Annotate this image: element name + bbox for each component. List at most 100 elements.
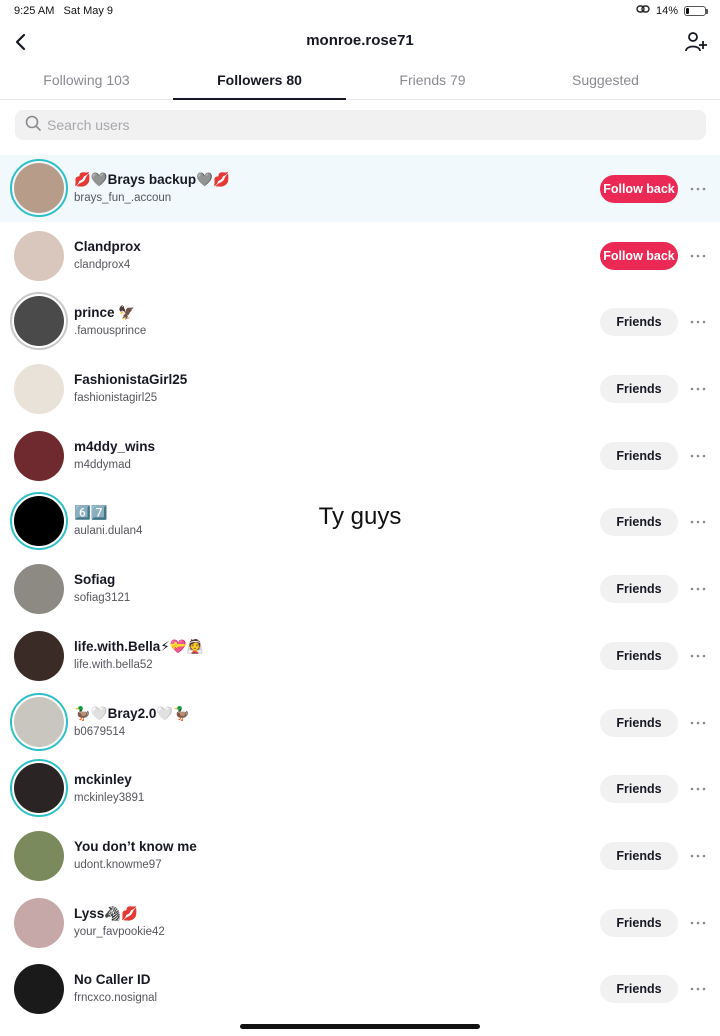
tab-followers[interactable]: Followers 80 <box>173 62 346 100</box>
avatar-image <box>14 163 64 213</box>
user-display-name[interactable]: FashionistaGirl25 <box>74 372 187 387</box>
user-display-name[interactable]: 🦆🤍Bray2.0🤍🦆 <box>74 706 190 722</box>
user-handle[interactable]: mckinley3891 <box>74 792 144 804</box>
tab-following[interactable]: Following 103 <box>0 62 173 99</box>
user-display-name[interactable]: 6️⃣7️⃣ <box>74 505 108 521</box>
search-bar[interactable] <box>15 110 706 140</box>
friends-button[interactable]: Friends <box>600 308 678 337</box>
chevron-left-icon[interactable] <box>8 28 32 56</box>
list-item[interactable]: mckinley mckinley3891 Friends <box>0 755 720 822</box>
list-item[interactable]: 🦆🤍Bray2.0🤍🦆 b0679514 Friends <box>0 689 720 756</box>
more-options-icon[interactable] <box>690 381 706 397</box>
user-display-name[interactable]: m4ddy_wins <box>74 439 155 454</box>
more-options-icon[interactable] <box>690 514 706 530</box>
avatar[interactable] <box>10 292 68 351</box>
list-item[interactable]: FashionistaGirl25 fashionistagirl25 Friend… <box>0 355 720 422</box>
avatar[interactable] <box>14 897 64 948</box>
friends-button[interactable]: Friends <box>600 641 678 670</box>
battery-percent: 14% <box>655 4 678 17</box>
list-item[interactable]: Lyss🦓💋 your_favpookie42 Friends <box>0 889 720 956</box>
more-options-icon[interactable] <box>690 981 706 997</box>
user-handle[interactable]: brays_fun_.accoun <box>74 192 171 204</box>
friends-button[interactable]: Friends <box>600 775 678 804</box>
header: monroe.rose71 <box>0 26 720 58</box>
user-handle[interactable]: aulani.dulan4 <box>74 525 142 537</box>
avatar[interactable] <box>10 692 68 751</box>
avatar-image <box>14 430 64 481</box>
more-options-icon[interactable] <box>690 848 706 864</box>
avatar[interactable] <box>14 564 64 615</box>
avatar[interactable] <box>14 830 64 881</box>
user-handle[interactable]: fashionistagirl25 <box>74 392 157 404</box>
friends-button[interactable]: Friends <box>600 441 678 470</box>
list-item[interactable]: No Caller ID frncxco.nosignal Friends <box>0 955 720 1022</box>
avatar[interactable] <box>14 364 64 415</box>
tab-friends[interactable]: Friends 79 <box>346 62 519 99</box>
user-handle[interactable]: .famousprince <box>74 325 146 337</box>
page-title: monroe.rose71 <box>306 32 414 49</box>
user-handle[interactable]: frncxco.nosignal <box>74 992 157 1004</box>
link-icon <box>636 4 650 17</box>
user-handle[interactable]: your_favpookie42 <box>74 926 165 938</box>
friends-button[interactable]: Friends <box>600 575 678 604</box>
user-display-name[interactable]: mckinley <box>74 772 132 787</box>
more-options-icon[interactable] <box>690 314 706 330</box>
follow-back-button[interactable]: Follow back <box>600 175 678 203</box>
user-display-name[interactable]: 💋🩶Brays backup🩶💋 <box>74 172 230 188</box>
user-display-name[interactable]: You don’t know me <box>74 839 197 854</box>
avatar[interactable] <box>10 492 68 551</box>
user-display-name[interactable]: Sofiag <box>74 572 115 587</box>
avatar[interactable] <box>14 430 64 481</box>
avatar-image <box>14 364 64 415</box>
avatar-image <box>14 763 64 814</box>
user-display-name[interactable]: No Caller ID <box>74 972 151 987</box>
home-indicator[interactable] <box>240 1024 480 1029</box>
list-item[interactable]: life.with.Bella⚡💝👰 life.with.bella52 Frien… <box>0 622 720 689</box>
avatar[interactable] <box>14 630 64 681</box>
avatar[interactable] <box>14 230 64 281</box>
more-options-icon[interactable] <box>690 581 706 597</box>
more-options-icon[interactable] <box>690 181 706 197</box>
user-display-name[interactable]: life.with.Bella⚡💝👰 <box>74 639 203 655</box>
list-item[interactable]: You don’t know me udont.knowme97 Friends <box>0 822 720 889</box>
friends-button[interactable]: Friends <box>600 508 678 537</box>
user-display-name[interactable]: Lyss🦓💋 <box>74 906 138 922</box>
user-handle[interactable]: life.with.bella52 <box>74 659 153 671</box>
status-bar: 9:25 AM Sat May 9 14% <box>0 0 720 22</box>
user-handle[interactable]: m4ddymad <box>74 459 131 471</box>
list-item[interactable]: Sofiag sofiag3121 Friends <box>0 555 720 622</box>
user-display-name[interactable]: prince 🦅 <box>74 305 135 321</box>
friends-button[interactable]: Friends <box>600 708 678 737</box>
friends-button[interactable]: Friends <box>600 975 678 1004</box>
user-handle[interactable]: b0679514 <box>74 726 125 738</box>
user-handle[interactable]: clandprox4 <box>74 259 130 271</box>
avatar[interactable] <box>14 964 64 1015</box>
user-handle[interactable]: sofiag3121 <box>74 592 130 604</box>
friends-button[interactable]: Friends <box>600 841 678 870</box>
list-item[interactable]: 6️⃣7️⃣ aulani.dulan4 Friends <box>0 488 720 555</box>
friends-button[interactable]: Friends <box>600 908 678 937</box>
search-input[interactable] <box>47 117 647 133</box>
follow-back-button[interactable]: Follow back <box>600 241 678 270</box>
more-options-icon[interactable] <box>690 715 706 731</box>
tab-suggested[interactable]: Suggested <box>519 62 692 99</box>
add-user-icon[interactable] <box>682 28 710 56</box>
user-handle[interactable]: udont.knowme97 <box>74 859 162 871</box>
friends-button[interactable]: Friends <box>600 375 678 404</box>
more-options-icon[interactable] <box>690 648 706 664</box>
avatar-image <box>14 964 64 1015</box>
avatar-image <box>14 496 64 547</box>
avatar[interactable] <box>10 159 68 217</box>
user-display-name[interactable]: Clandprox <box>74 239 141 254</box>
more-options-icon[interactable] <box>690 448 706 464</box>
list-item[interactable]: m4ddy_wins m4ddymad Friends <box>0 422 720 489</box>
status-time: 9:25 AM Sat May 9 <box>14 5 114 17</box>
more-options-icon[interactable] <box>690 915 706 931</box>
more-options-icon[interactable] <box>690 248 706 264</box>
list-item[interactable]: prince 🦅 .famousprince Friends <box>0 288 720 355</box>
list-item[interactable]: 💋🩶Brays backup🩶💋 brays_fun_.accoun Follow … <box>0 155 720 222</box>
more-options-icon[interactable] <box>690 781 706 797</box>
avatar[interactable] <box>10 759 68 818</box>
list-item[interactable]: Clandprox clandprox4 Follow back <box>0 222 720 289</box>
tab-bar: Following 103 Followers 80 Friends 79 Su… <box>0 62 720 100</box>
